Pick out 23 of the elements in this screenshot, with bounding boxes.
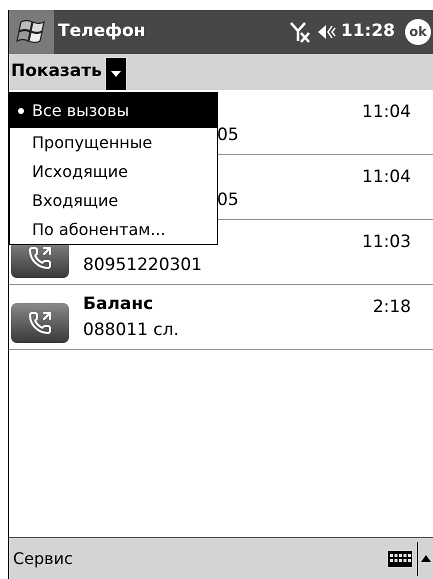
phone-number: 05 [217, 125, 239, 146]
menu-item[interactable]: Все вызовы [10, 93, 217, 128]
ok-button[interactable]: ok [405, 19, 431, 45]
up-arrow-icon[interactable] [421, 555, 431, 562]
phone-number: 80951220301 [83, 255, 202, 276]
keyboard-icon[interactable] [387, 550, 413, 568]
tools-menu[interactable]: Сервис [9, 546, 73, 570]
contact-name: Баланс [83, 292, 154, 316]
call-time: 11:04 [362, 166, 411, 189]
phone-number: 088011 сл. [83, 320, 179, 340]
show-filter-label[interactable]: Показать [9, 58, 102, 90]
speaker-icon[interactable] [316, 23, 337, 41]
signal-off-icon[interactable] [288, 21, 311, 43]
clock-time[interactable]: 11:28 [340, 19, 395, 45]
dropdown-button[interactable] [106, 58, 126, 90]
call-time: 2:18 [372, 296, 411, 319]
window-title: Телефон [58, 20, 146, 44]
flag-icon [16, 18, 48, 46]
phone-number: 05 [217, 190, 239, 210]
start-button[interactable] [9, 10, 54, 54]
caret-icon [110, 71, 121, 77]
call-time: 11:04 [362, 101, 411, 124]
call-time: 11:03 [362, 231, 411, 254]
